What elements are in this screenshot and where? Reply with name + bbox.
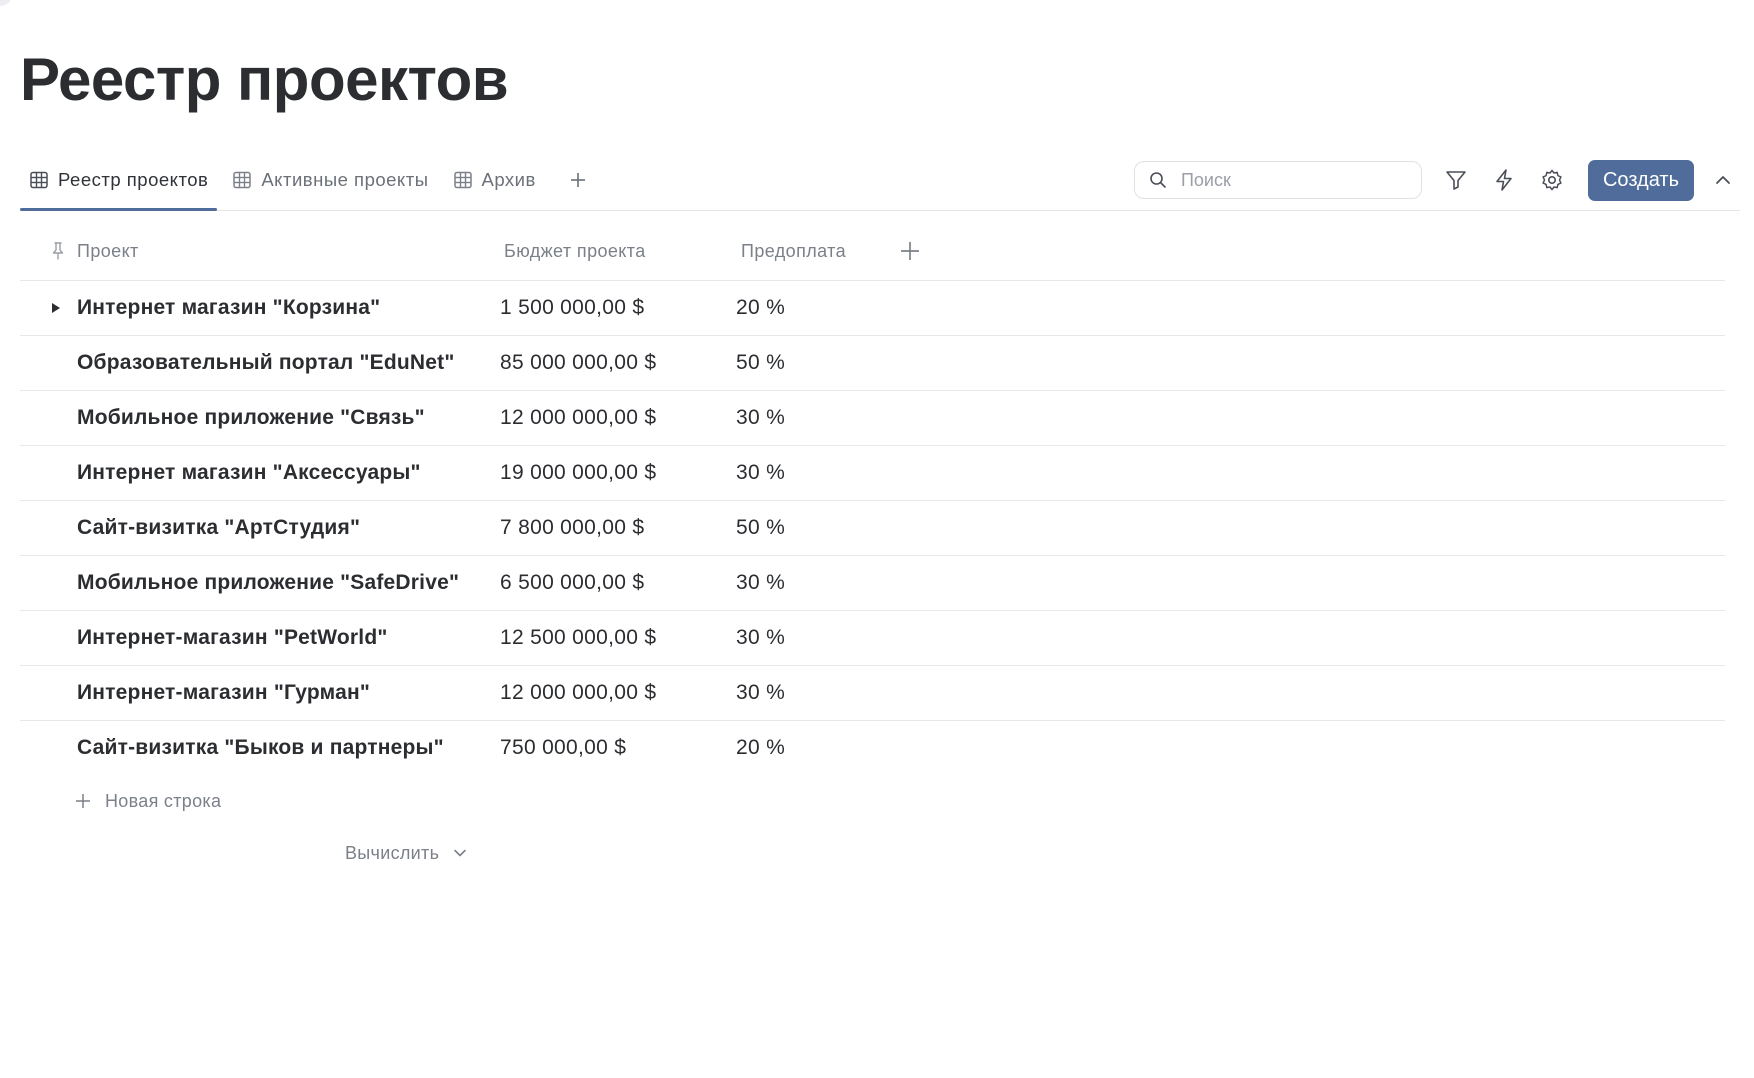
page-title: Реестр проектов [20,46,509,113]
table-row[interactable]: Образовательный портал "EduNet" 85 000 0… [20,336,1725,391]
prepayment-cell[interactable]: 20 % [736,721,785,775]
tab-active-projects[interactable]: Активные проекты [223,150,437,210]
calculate-label: Вычислить [345,842,440,863]
pin-icon [52,242,64,260]
plus-icon [901,242,919,260]
table-row[interactable]: Мобильное приложение "Связь" 12 000 000,… [20,391,1725,446]
table-row[interactable]: Сайт-визитка "Быков и партнеры" 750 000,… [20,721,1725,775]
tab-label: Активные проекты [261,169,429,190]
prepayment-cell[interactable]: 30 % [736,666,785,720]
search-input[interactable] [1178,168,1403,192]
new-row-button[interactable]: Новая строка [75,786,221,816]
table-row[interactable]: Интернет магазин "Корзина" 1 500 000,00 … [20,281,1725,336]
prepayment-cell[interactable]: 50 % [736,501,785,555]
budget-cell[interactable]: 6 500 000,00 $ [500,556,644,610]
gear-icon [1542,169,1562,191]
budget-cell[interactable]: 12 500 000,00 $ [500,611,656,665]
expand-row-button[interactable] [48,300,64,316]
lightning-icon [1496,169,1512,191]
table-icon [453,171,472,189]
collapse-button[interactable] [1706,160,1740,200]
column-header-project[interactable]: Проект [77,222,139,280]
prepayment-cell[interactable]: 50 % [736,336,785,390]
settings-button[interactable] [1532,160,1572,200]
budget-cell[interactable]: 12 000 000,00 $ [500,391,656,445]
table-row[interactable]: Мобильное приложение "SafeDrive" 6 500 0… [20,556,1725,611]
create-button[interactable]: Создать [1587,159,1694,201]
search-icon [1150,172,1166,188]
budget-cell[interactable]: 7 800 000,00 $ [500,501,644,555]
add-column-button[interactable] [893,234,927,268]
table-icon [233,171,252,189]
filter-icon [1446,171,1466,190]
project-name-cell[interactable]: Интернет магазин "Аксессуары" [77,446,421,500]
table-row[interactable]: Интернет магазин "Аксессуары" 19 000 000… [20,446,1725,501]
project-name-cell[interactable]: Интернет-магазин "PetWorld" [77,611,388,665]
search-box[interactable] [1133,161,1422,199]
table-row[interactable]: Сайт-визитка "АртСтудия" 7 800 000,00 $ … [20,501,1725,556]
calculate-dropdown[interactable]: Вычислить [345,838,467,868]
new-row-label: Новая строка [105,790,222,811]
add-view-button[interactable] [563,165,593,195]
prepayment-cell[interactable]: 30 % [736,446,785,500]
table-icon [30,171,48,189]
budget-cell[interactable]: 85 000 000,00 $ [500,336,656,390]
tabs-bar: Реестр проектов Активные проекты Архив П… [20,150,1740,211]
filter-button[interactable] [1436,160,1476,200]
corner-avatar-fragment [0,0,12,6]
budget-cell[interactable]: 19 000 000,00 $ [500,446,656,500]
budget-cell[interactable]: 1 500 000,00 $ [500,281,644,335]
tab-archive[interactable]: Архив [444,150,545,210]
project-name-cell[interactable]: Мобильное приложение "SafeDrive" [77,556,459,610]
budget-cell[interactable]: 750 000,00 $ [500,721,626,775]
budget-cell[interactable]: 12 000 000,00 $ [500,666,656,720]
plus-icon [76,794,90,808]
prepayment-cell[interactable]: 30 % [736,556,785,610]
table-row[interactable]: Интернет-магазин "PetWorld" 12 500 000,0… [20,611,1725,666]
chevron-up-icon [1716,176,1730,184]
project-name-cell[interactable]: Образовательный портал "EduNet" [77,336,455,390]
plus-icon [570,173,585,187]
prepayment-cell[interactable]: 30 % [736,611,785,665]
triangle-right-icon [52,303,60,313]
page: Реестр проектов Реестр проектов Активные… [0,0,1754,1078]
tab-registry[interactable]: Реестр проектов [20,150,218,211]
table-row[interactable]: Интернет-магазин "Гурман" 12 000 000,00 … [20,666,1725,721]
project-name-cell[interactable]: Сайт-визитка "Быков и партнеры" [77,721,444,775]
view-tabs: Реестр проектов Активные проекты Архив [20,150,593,211]
prepayment-cell[interactable]: 20 % [736,281,785,335]
toolbar: Создать [1133,150,1740,210]
projects-table: Проект Бюджет проекта Предоплата Интерне… [20,222,1725,775]
table-header: Проект Бюджет проекта Предоплата [20,222,1725,281]
prepayment-cell[interactable]: 30 % [736,391,785,445]
chevron-down-icon [454,849,467,857]
project-name-cell[interactable]: Сайт-визитка "АртСтудия" [77,501,360,555]
column-header-budget[interactable]: Бюджет проекта [504,222,646,280]
tab-label: Архив [481,169,536,190]
project-name-cell[interactable]: Интернет-магазин "Гурман" [77,666,370,720]
column-header-prepayment[interactable]: Предоплата [741,222,846,280]
automation-button[interactable] [1484,160,1524,200]
project-name-cell[interactable]: Мобильное приложение "Связь" [77,391,425,445]
tab-label: Реестр проектов [58,169,209,190]
project-name-cell[interactable]: Интернет магазин "Корзина" [77,281,380,335]
